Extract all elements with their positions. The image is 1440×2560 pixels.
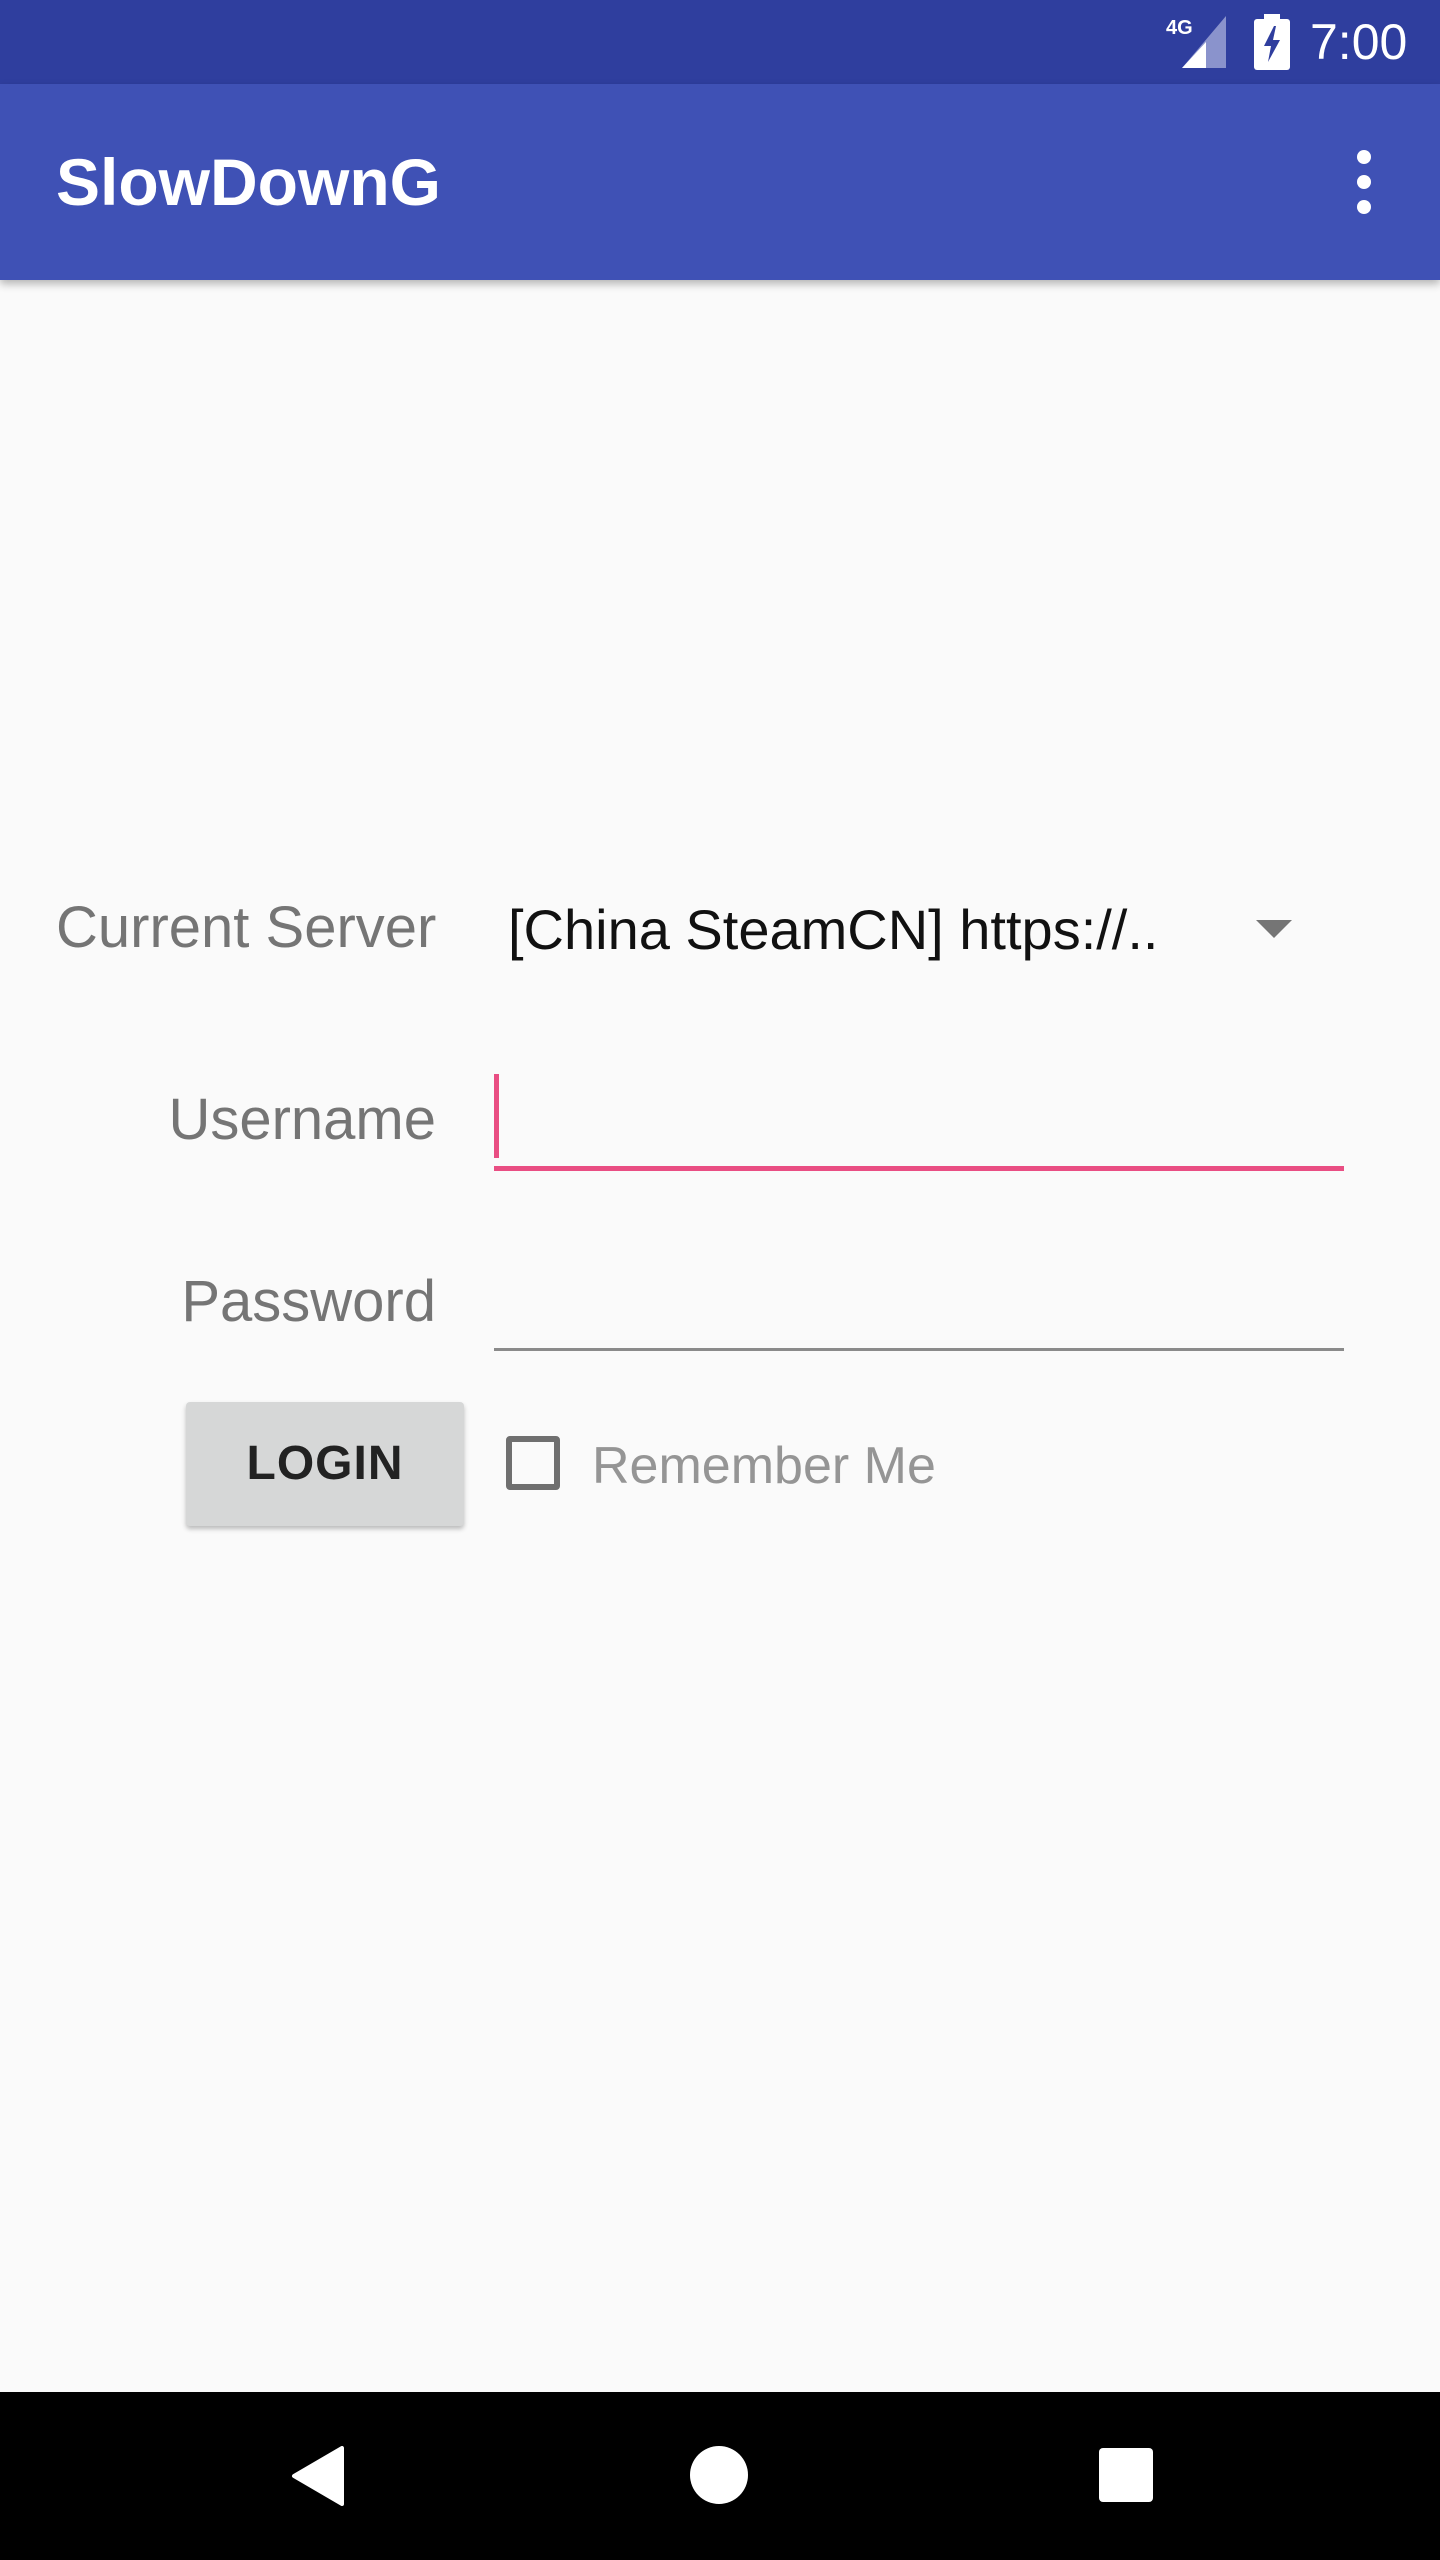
username-label: Username: [168, 1087, 436, 1152]
app-title: SlowDownG: [56, 145, 441, 219]
status-time: 7:00: [1310, 14, 1408, 70]
signal-icon: 4G: [1166, 16, 1226, 68]
back-icon[interactable]: [290, 2446, 350, 2506]
dropdown-arrow-icon: [1256, 920, 1292, 938]
remember-me-label[interactable]: Remember Me: [592, 1426, 936, 1506]
login-button[interactable]: LOGIN: [186, 1402, 464, 1526]
username-input[interactable]: [494, 1062, 1344, 1172]
username-underline: [494, 1166, 1344, 1171]
app-bar: SlowDownG: [0, 84, 1440, 280]
login-screen: 4G 7:00 SlowDownG Current Server [China …: [0, 0, 1440, 2560]
password-underline: [494, 1348, 1344, 1351]
username-field[interactable]: [494, 1062, 1344, 1172]
server-spinner-value: [China SteamCN] https://..: [508, 898, 1159, 961]
password-label: Password: [181, 1269, 436, 1334]
network-type-label: 4G: [1166, 17, 1193, 39]
more-options-button[interactable]: [1320, 138, 1408, 226]
recents-icon[interactable]: [1099, 2448, 1153, 2502]
status-bar: 4G 7:00: [0, 0, 1440, 84]
password-field[interactable]: [494, 1240, 1344, 1351]
remember-me-checkbox[interactable]: [506, 1436, 560, 1490]
battery-charging-icon: [1254, 14, 1290, 70]
home-icon[interactable]: [690, 2446, 748, 2504]
password-input[interactable]: [494, 1240, 1344, 1350]
server-spinner[interactable]: [China SteamCN] https://..: [494, 880, 1330, 980]
text-cursor: [494, 1074, 499, 1158]
navigation-bar: [0, 2392, 1440, 2560]
current-server-label: Current Server: [56, 895, 437, 960]
